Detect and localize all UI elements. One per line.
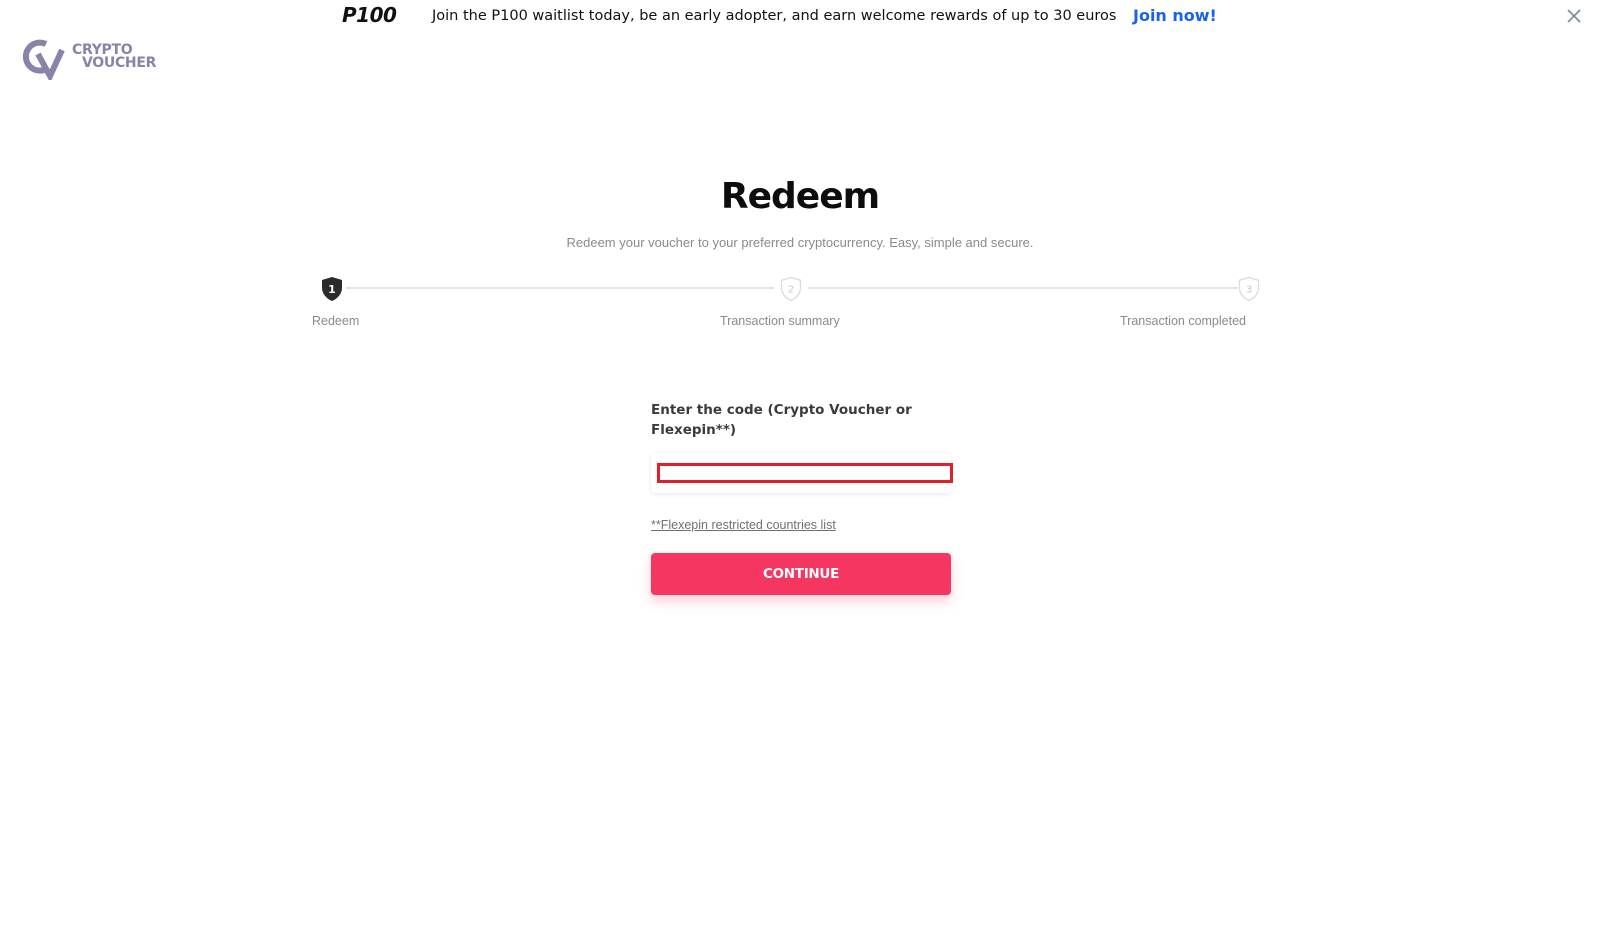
progress-stepper: 1 Redeem 2 Transaction summary 3 Transac… [312,276,1280,336]
flexepin-restricted-countries-link[interactable]: **Flexepin restricted countries list [651,518,836,532]
step-1-shield-icon: 1 [320,276,344,302]
voucher-code-input[interactable] [657,463,953,483]
cv-logo-icon [22,36,66,83]
step-3-shield-icon: 3 [1237,276,1261,302]
stepper-connector [808,287,1238,289]
code-field-label: Enter the code (Crypto Voucher or Flexep… [651,402,912,438]
svg-text:3: 3 [1246,285,1252,296]
banner-message: Join the P100 waitlist today, be an earl… [432,8,1117,24]
step-3-label: Transaction completed [1120,314,1246,328]
svg-text:1: 1 [328,283,336,296]
page-title: Redeem [720,176,880,217]
promo-banner: P100 Join the P100 waitlist today, be an… [0,0,1600,34]
page-subtitle: Redeem your voucher to your preferred cr… [566,235,1034,250]
stepper-connector [346,287,774,289]
redeem-form: Enter the code (Crypto Voucher or Flexep… [651,400,953,595]
logo-wordmark: CRYPTO VOUCHER [72,43,157,71]
continue-button[interactable]: CONTINUE [651,553,951,595]
code-field-container [651,453,953,493]
crypto-voucher-logo[interactable]: CRYPTO VOUCHER [22,36,162,83]
step-1-label: Redeem [312,314,360,328]
logo-line-2: VOUCHER [82,55,157,71]
p100-logo: P100 [342,3,397,27]
step-2-label: Transaction summary [720,314,840,328]
redeem-page: P100 Join the P100 waitlist today, be an… [0,0,1600,933]
svg-text:2: 2 [788,285,794,296]
join-now-link[interactable]: Join now! [1133,6,1217,25]
close-icon[interactable] [1564,6,1584,26]
step-2-shield-icon: 2 [779,276,803,302]
